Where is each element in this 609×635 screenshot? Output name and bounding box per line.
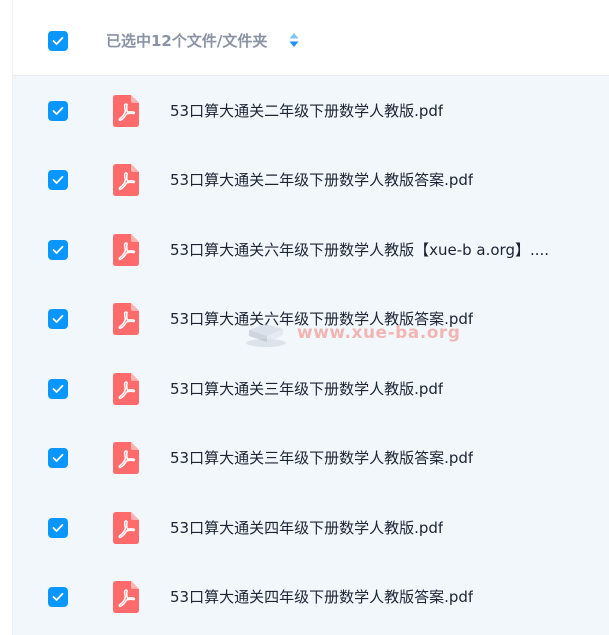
file-name[interactable]: 53口算大通关二年级下册数学人教版答案.pdf bbox=[170, 169, 473, 191]
file-checkbox[interactable] bbox=[48, 170, 68, 190]
file-checkbox[interactable] bbox=[48, 240, 68, 260]
check-icon bbox=[52, 175, 64, 184]
file-name[interactable]: 53口算大通关六年级下册数学人教版答案.pdf bbox=[170, 308, 473, 330]
file-row[interactable]: 53口算大通关二年级下册数学人教版.pdf bbox=[13, 76, 609, 146]
pdf-icon bbox=[113, 442, 139, 474]
file-checkbox[interactable] bbox=[48, 101, 68, 121]
pdf-icon bbox=[113, 95, 139, 127]
pdf-icon bbox=[113, 373, 139, 405]
select-all-checkbox[interactable] bbox=[48, 31, 68, 51]
file-name[interactable]: 53口算大通关三年级下册数学人教版.pdf bbox=[170, 378, 443, 400]
pdf-icon bbox=[113, 303, 139, 335]
file-name[interactable]: 53口算大通关四年级下册数学人教版.pdf bbox=[170, 517, 443, 539]
file-row[interactable]: 53口算大通关四年级下册数学人教版.pdf bbox=[13, 493, 609, 563]
file-name[interactable]: 53口算大通关二年级下册数学人教版.pdf bbox=[170, 100, 443, 122]
file-checkbox[interactable] bbox=[48, 448, 68, 468]
file-checkbox[interactable] bbox=[48, 309, 68, 329]
pdf-icon bbox=[113, 512, 139, 544]
file-row[interactable]: 53口算大通关三年级下册数学人教版.pdf bbox=[13, 354, 609, 424]
check-icon bbox=[52, 523, 64, 532]
selection-count-label: 已选中12个文件/文件夹 bbox=[106, 32, 268, 50]
left-gutter bbox=[0, 0, 13, 635]
list-header: 已选中12个文件/文件夹 bbox=[13, 0, 609, 76]
file-name[interactable]: 53口算大通关三年级下册数学人教版答案.pdf bbox=[170, 447, 473, 469]
file-row[interactable]: 53口算大通关二年级下册数学人教版答案.pdf bbox=[13, 145, 609, 215]
check-icon bbox=[52, 245, 64, 254]
file-row[interactable]: 53口算大通关三年级下册数学人教版答案.pdf bbox=[13, 423, 609, 493]
file-checkbox[interactable] bbox=[48, 518, 68, 538]
file-name[interactable]: 53口算大通关四年级下册数学人教版答案.pdf bbox=[170, 586, 473, 608]
file-list: 53口算大通关二年级下册数学人教版.pdf 53口算大通关二年级下册数学人教版答… bbox=[13, 76, 609, 635]
file-row[interactable]: 53口算大通关六年级下册数学人教版答案.pdf bbox=[13, 284, 609, 354]
check-icon bbox=[52, 384, 64, 393]
check-icon bbox=[52, 36, 64, 45]
file-name[interactable]: 53口算大通关六年级下册数学人教版【xue-b a.org】.... bbox=[170, 239, 549, 261]
pdf-icon bbox=[113, 164, 139, 196]
check-icon bbox=[52, 453, 64, 462]
file-checkbox[interactable] bbox=[48, 587, 68, 607]
file-checkbox[interactable] bbox=[48, 379, 68, 399]
check-icon bbox=[52, 592, 64, 601]
sort-icon[interactable] bbox=[288, 30, 300, 50]
file-row[interactable]: 53口算大通关四年级下册数学人教版答案.pdf bbox=[13, 562, 609, 632]
pdf-icon bbox=[113, 581, 139, 613]
pdf-icon bbox=[113, 234, 139, 266]
check-icon bbox=[52, 314, 64, 323]
check-icon bbox=[52, 106, 64, 115]
file-row[interactable]: 53口算大通关六年级下册数学人教版【xue-b a.org】.... bbox=[13, 215, 609, 285]
file-list-panel: 已选中12个文件/文件夹 53口算大通关二年级下册数学人教版.pdf 53口算大… bbox=[13, 0, 609, 635]
